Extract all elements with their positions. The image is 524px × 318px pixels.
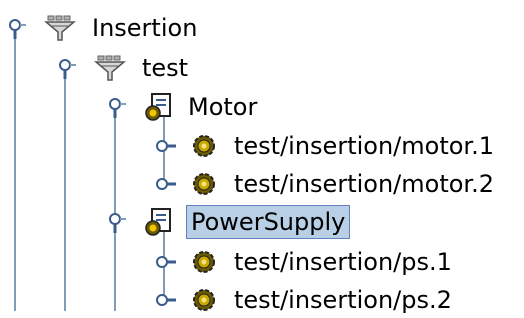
gear-device-icon bbox=[193, 289, 215, 311]
tree-node-label[interactable]: Insertion bbox=[88, 11, 201, 45]
tree-connector bbox=[64, 68, 66, 311]
tree-node-label[interactable]: test/insertion/ps.1 bbox=[230, 245, 456, 279]
tree-leaf-motor-1[interactable]: test/insertion/motor.1 bbox=[150, 128, 524, 164]
expanded-handle-icon[interactable] bbox=[104, 96, 126, 118]
tree-node-label[interactable]: test/insertion/ps.2 bbox=[230, 283, 456, 317]
gear-device-icon bbox=[193, 135, 215, 157]
tree-node-label[interactable]: Motor bbox=[184, 90, 261, 124]
tree-connector bbox=[14, 30, 16, 311]
device-class-icon bbox=[145, 93, 171, 121]
tree-leaf-ps-2[interactable]: test/insertion/ps.2 bbox=[150, 282, 524, 318]
tree-leaf-ps-1[interactable]: test/insertion/ps.1 bbox=[150, 244, 524, 280]
collapsed-handle-icon[interactable] bbox=[154, 289, 176, 311]
tree-node-powersupply[interactable]: PowerSupply bbox=[100, 204, 380, 240]
collapsed-handle-icon[interactable] bbox=[154, 173, 176, 195]
tree-node-label[interactable]: test/insertion/motor.1 bbox=[230, 129, 498, 163]
tree-node-label[interactable]: test/insertion/motor.2 bbox=[230, 167, 498, 201]
tree-node-test[interactable]: test bbox=[50, 50, 250, 86]
collapsed-handle-icon[interactable] bbox=[154, 135, 176, 157]
collapsed-handle-icon[interactable] bbox=[154, 251, 176, 273]
filter-funnel-icon bbox=[44, 15, 76, 41]
expanded-handle-icon[interactable] bbox=[4, 17, 26, 39]
gear-device-icon bbox=[193, 173, 215, 195]
expanded-handle-icon[interactable] bbox=[104, 211, 126, 233]
tree-node-insertion[interactable]: Insertion bbox=[0, 10, 260, 46]
tree-leaf-motor-2[interactable]: test/insertion/motor.2 bbox=[150, 166, 524, 202]
device-class-icon bbox=[145, 208, 171, 236]
tree-node-motor[interactable]: Motor bbox=[100, 89, 320, 125]
expanded-handle-icon[interactable] bbox=[54, 57, 76, 79]
gear-device-icon bbox=[193, 251, 215, 273]
device-tree: Insertion test Motor test/insertion/moto… bbox=[0, 0, 524, 314]
filter-funnel-icon bbox=[94, 55, 126, 81]
tree-node-label-selected[interactable]: PowerSupply bbox=[186, 205, 351, 239]
tree-node-label[interactable]: test bbox=[138, 51, 192, 85]
